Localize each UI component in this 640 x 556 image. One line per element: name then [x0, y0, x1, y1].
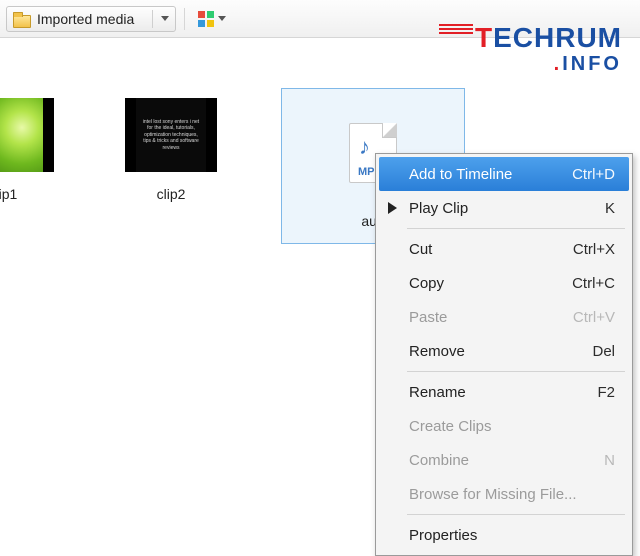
context-menu-separator [407, 371, 625, 372]
context-menu-label: Browse for Missing File... [409, 486, 615, 503]
context-menu-label: Play Clip [409, 200, 605, 217]
imported-media-dropdown[interactable]: Imported media [6, 6, 176, 32]
context-menu-item-play-clip[interactable]: Play ClipK [379, 191, 629, 225]
context-menu-separator [407, 514, 625, 515]
context-menu-separator [407, 228, 625, 229]
context-menu-item-copy[interactable]: CopyCtrl+C [379, 266, 629, 300]
context-menu-label: Create Clips [409, 418, 615, 435]
context-menu-shortcut: K [605, 200, 615, 217]
context-menu-item-add-to-timeline[interactable]: Add to TimelineCtrl+D [379, 157, 629, 191]
context-menu-item-combine: CombineN [379, 443, 629, 477]
context-menu-item-browse-for-missing-file: Browse for Missing File... [379, 477, 629, 511]
thumb-label: ip1 [0, 186, 54, 202]
context-menu-label: Paste [409, 309, 573, 326]
chevron-down-icon [218, 16, 226, 21]
context-menu-item-remove[interactable]: RemoveDel [379, 334, 629, 368]
thumb-label: clip2 [125, 186, 217, 202]
context-menu-label: Combine [409, 452, 604, 469]
dropdown-label: Imported media [35, 11, 144, 27]
context-menu-item-cut[interactable]: CutCtrl+X [379, 232, 629, 266]
context-menu-label: Cut [409, 241, 573, 258]
thumbnail-image: intel lost sony enters i net for the ide… [136, 98, 206, 172]
context-menu-label: Add to Timeline [409, 166, 572, 183]
context-menu-label: Remove [409, 343, 592, 360]
grid-icon [198, 11, 214, 27]
context-menu-shortcut: Ctrl+C [572, 275, 615, 292]
media-thumb-clip2[interactable]: intel lost sony enters i net for the ide… [125, 98, 217, 202]
view-mode-button[interactable] [193, 6, 231, 32]
chevron-down-icon [161, 16, 169, 21]
file-extension: MP [358, 166, 375, 178]
film-thumbnail: intel lost sony enters i net for the ide… [125, 98, 217, 172]
film-thumbnail [0, 98, 54, 172]
context-menu-shortcut: Ctrl+X [573, 241, 615, 258]
media-thumb-clip1[interactable]: ip1 [0, 98, 54, 202]
context-menu: Add to TimelineCtrl+DPlay ClipKCutCtrl+X… [375, 153, 633, 556]
play-icon [388, 202, 397, 214]
context-menu-label: Copy [409, 275, 572, 292]
context-menu-shortcut: Del [592, 343, 615, 360]
context-menu-label: Properties [409, 527, 615, 544]
context-menu-item-rename[interactable]: RenameF2 [379, 375, 629, 409]
thumbnail-image [0, 98, 43, 172]
toolbar-separator [184, 8, 185, 30]
context-menu-shortcut: Ctrl+D [572, 166, 615, 183]
context-menu-item-paste: PasteCtrl+V [379, 300, 629, 334]
context-menu-label: Rename [409, 384, 597, 401]
context-menu-shortcut: F2 [597, 384, 615, 401]
context-menu-item-create-clips: Create Clips [379, 409, 629, 443]
context-menu-shortcut: Ctrl+V [573, 309, 615, 326]
context-menu-item-properties[interactable]: Properties [379, 518, 629, 552]
folder-icon [13, 12, 29, 26]
context-menu-shortcut: N [604, 452, 615, 469]
media-library: ip1 intel lost sony enters i net for the… [0, 38, 640, 514]
toolbar: Imported media [0, 0, 640, 38]
dropdown-divider [152, 10, 153, 28]
music-note-icon: ♪ [359, 134, 370, 160]
